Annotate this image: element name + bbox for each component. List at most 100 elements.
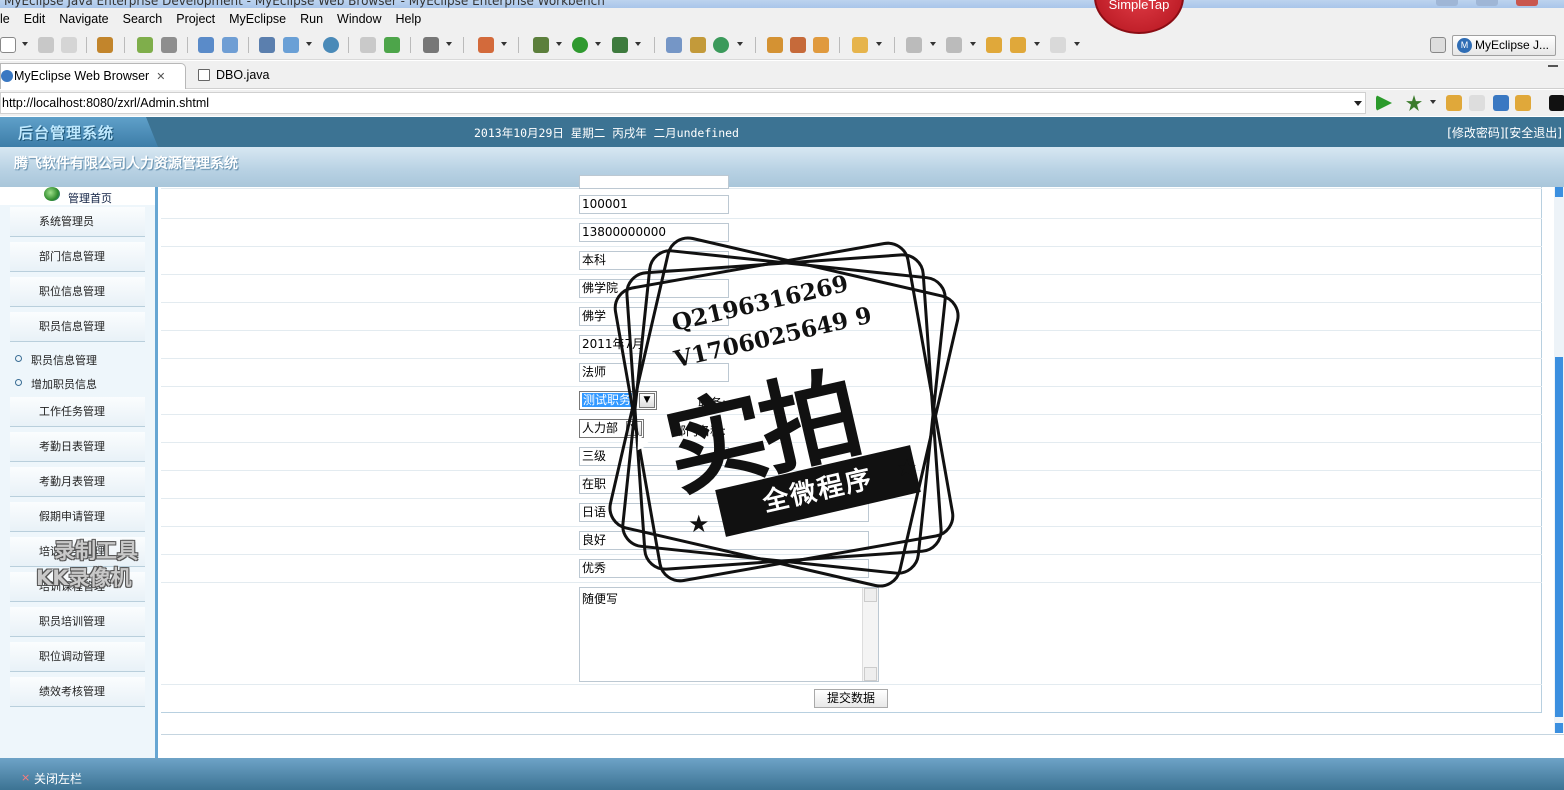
menu-navigate[interactable]: Navigate <box>52 12 115 26</box>
project-icon[interactable] <box>259 37 275 53</box>
open-perspective-icon[interactable] <box>1430 37 1446 53</box>
run-icon[interactable] <box>572 37 588 53</box>
sidebar-item-leave[interactable]: 假期申请管理 <box>10 502 145 532</box>
new-dropdown-icon[interactable] <box>22 42 28 46</box>
close-icon[interactable]: × <box>21 771 30 784</box>
chevron-down-icon[interactable]: ▼ <box>639 393 655 408</box>
new-package-icon[interactable] <box>690 37 706 53</box>
favorites-icon[interactable] <box>1406 95 1422 111</box>
perspective-myeclipse-button[interactable]: M MyEclipse J... <box>1452 35 1556 56</box>
back-dropdown-icon[interactable] <box>1034 42 1040 46</box>
refresh-dropdown-icon[interactable] <box>737 42 743 46</box>
tools-dropdown-icon[interactable] <box>501 42 507 46</box>
save-icon[interactable] <box>38 37 54 53</box>
admin-level-input[interactable]: 三级 <box>579 447 729 466</box>
language-level-input[interactable]: 良好 <box>579 531 869 550</box>
scrollbar-thumb[interactable] <box>1555 357 1563 717</box>
file-dropdown-icon[interactable] <box>306 42 312 46</box>
debug-icon[interactable] <box>533 37 549 53</box>
sidebar-item-position[interactable]: 职位信息管理 <box>10 277 145 307</box>
sidebar-item-attendance-daily[interactable]: 考勤日表管理 <box>10 432 145 462</box>
tools-icon[interactable] <box>478 37 494 53</box>
sidebar-home[interactable]: 管理首页 <box>0 187 155 205</box>
run-dropdown-icon[interactable] <box>595 42 601 46</box>
tab-close-icon[interactable]: ✕ <box>156 71 165 83</box>
package-icon[interactable] <box>97 37 113 53</box>
page-scrollbar[interactable] <box>1554 187 1564 733</box>
phone-input[interactable]: 13800000000 <box>579 223 729 242</box>
close-left-panel-link[interactable]: 关闭左栏 <box>34 770 82 787</box>
major-input[interactable]: 佛学 <box>579 307 729 326</box>
print-icon[interactable] <box>61 37 77 53</box>
minimize-view-icon[interactable] <box>1548 65 1558 67</box>
minimize-button[interactable] <box>1436 0 1458 6</box>
change-password-link[interactable]: [修改密码] <box>1447 126 1504 140</box>
sidebar-sub-add-employee[interactable]: 增加职员信息 <box>15 376 97 392</box>
sidebar-item-transfer[interactable]: 职位调动管理 <box>10 642 145 672</box>
debug-dropdown-icon[interactable] <box>556 42 562 46</box>
computer-level-input[interactable]: 优秀 <box>579 559 869 578</box>
menu-search[interactable]: Search <box>116 12 170 26</box>
last-edit-icon[interactable] <box>986 37 1002 53</box>
menu-edit[interactable]: Edit <box>17 12 53 26</box>
deploy-icon[interactable] <box>198 37 214 53</box>
job-title-input[interactable]: 法师 <box>579 363 729 382</box>
menu-project[interactable]: Project <box>169 12 222 26</box>
sidebar-item-employee-training[interactable]: 职员培训管理 <box>10 607 145 637</box>
forward-icon[interactable] <box>1050 37 1066 53</box>
new-icon[interactable] <box>0 37 16 53</box>
forward-dropdown-icon[interactable] <box>1074 42 1080 46</box>
position-select[interactable]: 测试职务 ▼ <box>579 391 657 410</box>
status-input[interactable]: 在职 <box>579 475 869 494</box>
sidebar-item-department[interactable]: 部门信息管理 <box>10 242 145 272</box>
add-icon[interactable] <box>384 37 400 53</box>
sidebar-item-performance[interactable]: 绩效考核管理 <box>10 677 145 707</box>
prev-annotation-icon[interactable] <box>946 37 962 53</box>
url-input[interactable]: http://localhost:8080/zxrl/Admin.shtml <box>0 92 1366 114</box>
open-icon[interactable] <box>360 37 376 53</box>
sidebar-item-employee[interactable]: 职员信息管理 <box>10 312 145 342</box>
tab-dbo-java[interactable]: DBO.java <box>190 63 294 89</box>
new-class-icon[interactable] <box>666 37 682 53</box>
maximize-button[interactable] <box>1476 0 1498 6</box>
school-input[interactable]: 佛学院 <box>579 279 729 298</box>
tab-web-browser[interactable]: MyEclipse Web Browser ✕ <box>0 63 186 89</box>
menu-myeclipse[interactable]: MyEclipse <box>222 12 293 26</box>
graduation-input[interactable]: 2011年7月 <box>579 335 729 354</box>
sidebar-item-task[interactable]: 工作任务管理 <box>10 397 145 427</box>
browser-back-icon[interactable] <box>1446 95 1462 111</box>
folder-icon[interactable] <box>813 37 829 53</box>
open-folder-icon[interactable] <box>767 37 783 53</box>
go-icon[interactable] <box>1376 95 1392 111</box>
stop-icon[interactable] <box>1493 95 1509 111</box>
search-dropdown-icon[interactable] <box>876 42 882 46</box>
postcode-input[interactable]: 100001 <box>579 195 729 214</box>
submit-button[interactable]: 提交数据 <box>814 689 888 708</box>
close-window-button[interactable] <box>1516 0 1538 6</box>
logout-link[interactable]: [安全退出] <box>1505 126 1562 140</box>
file-icon[interactable] <box>283 37 299 53</box>
globe-icon[interactable] <box>323 37 339 53</box>
favorites-dropdown-icon[interactable] <box>1430 100 1436 104</box>
language-input[interactable]: 日语 <box>579 503 869 522</box>
console-icon[interactable] <box>1549 95 1564 111</box>
sidebar-item-attendance-monthly[interactable]: 考勤月表管理 <box>10 467 145 497</box>
annotation-icon[interactable] <box>906 37 922 53</box>
menu-run[interactable]: Run <box>293 12 330 26</box>
url-dropdown-icon[interactable] <box>1354 101 1362 106</box>
prev-annotation-dropdown-icon[interactable] <box>970 42 976 46</box>
resume-scrollbar[interactable] <box>862 588 878 681</box>
sidebar-sub-employee-list[interactable]: 职员信息管理 <box>15 352 97 368</box>
menu-help[interactable]: Help <box>389 12 429 26</box>
menu-file[interactable]: le <box>0 12 17 26</box>
back-icon[interactable] <box>1010 37 1026 53</box>
external-tools-dropdown-icon[interactable] <box>635 42 641 46</box>
search-folder-icon[interactable] <box>852 37 868 53</box>
annotation-dropdown-icon[interactable] <box>930 42 936 46</box>
education-input[interactable]: 本科 <box>579 251 729 270</box>
menu-window[interactable]: Window <box>330 12 388 26</box>
refresh-icon[interactable] <box>713 37 729 53</box>
browser-refresh-icon[interactable] <box>1515 95 1531 111</box>
sidebar-item-admin[interactable]: 系统管理员 <box>10 207 145 237</box>
browser-forward-icon[interactable] <box>1469 95 1485 111</box>
